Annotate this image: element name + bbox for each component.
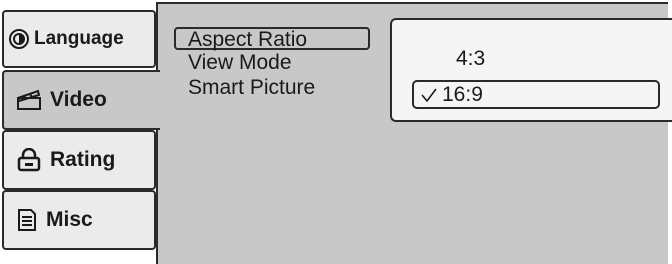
document-icon bbox=[16, 208, 38, 232]
tab-rating-label: Rating bbox=[50, 148, 116, 171]
option-16-9[interactable]: 16:9 bbox=[412, 80, 660, 109]
tab-misc[interactable]: Misc bbox=[2, 190, 156, 250]
menu-item-aspect-ratio[interactable]: Aspect Ratio bbox=[174, 27, 370, 50]
tab-video[interactable]: Video bbox=[2, 70, 160, 130]
option-16-9-label: 16:9 bbox=[442, 82, 483, 106]
tab-language[interactable]: Language bbox=[2, 10, 156, 68]
aspect-ratio-submenu: 4:3 16:9 bbox=[390, 18, 672, 122]
checkmark-icon bbox=[420, 87, 438, 103]
video-menu: Aspect Ratio View Mode Smart Picture bbox=[174, 27, 424, 100]
clapperboard-icon bbox=[16, 89, 42, 111]
tab-misc-label: Misc bbox=[46, 208, 93, 231]
tab-language-label: Language bbox=[34, 28, 124, 49]
language-icon bbox=[8, 28, 30, 50]
menu-item-view-mode[interactable]: View Mode bbox=[174, 50, 424, 75]
lock-icon bbox=[16, 148, 42, 172]
option-4-3[interactable]: 4:3 bbox=[456, 47, 485, 71]
menu-item-smart-picture[interactable]: Smart Picture bbox=[174, 75, 424, 100]
tab-rating[interactable]: Rating bbox=[2, 130, 156, 190]
tab-video-label: Video bbox=[50, 88, 107, 111]
